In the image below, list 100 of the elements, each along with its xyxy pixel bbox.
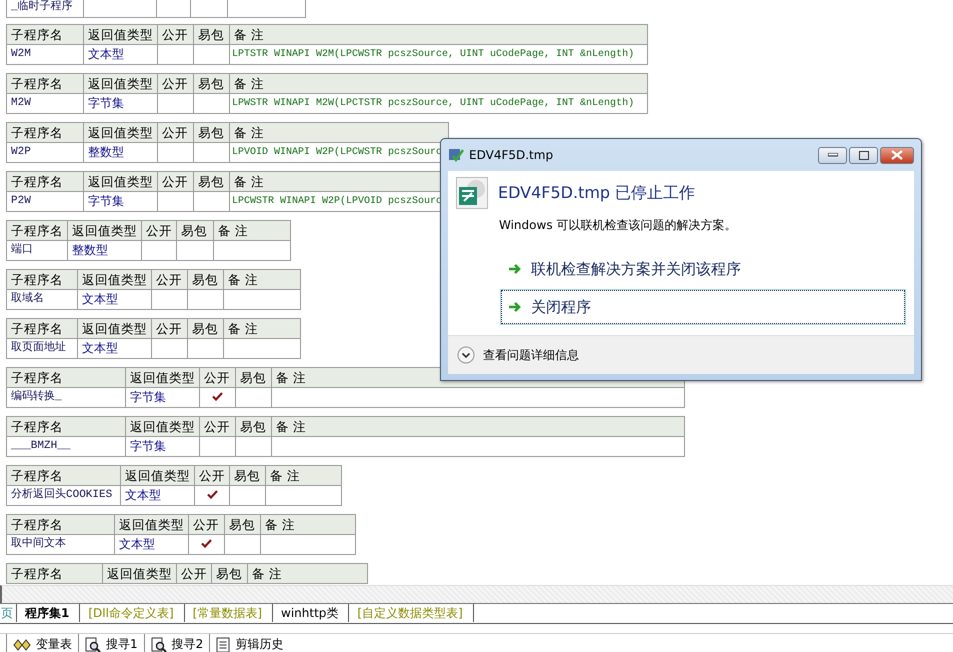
column-header: 备 注 bbox=[248, 564, 368, 584]
column-header: 返回值类型 bbox=[126, 368, 200, 388]
procedure-name: 端口 bbox=[6, 240, 68, 260]
column-header: 返回值类型 bbox=[102, 564, 176, 584]
procedure-name: P2W bbox=[6, 192, 84, 212]
column-header: 备 注 bbox=[214, 220, 290, 240]
return-type: 文本型 bbox=[88, 47, 124, 61]
column-header: 返回值类型 bbox=[84, 24, 158, 44]
column-header: 公开 bbox=[200, 368, 236, 388]
window-title: EDV4F5D.tmp bbox=[469, 148, 554, 162]
procedure-name: _临时子程序 bbox=[6, 0, 84, 18]
column-header: 备 注 bbox=[260, 514, 356, 534]
return-type: 字节集 bbox=[88, 96, 124, 110]
search-icon bbox=[150, 636, 167, 652]
column-header: 易包 bbox=[188, 270, 224, 290]
column-header: 返回值类型 bbox=[78, 270, 152, 290]
column-header: 子程序名 bbox=[6, 24, 84, 44]
return-type: 字节集 bbox=[88, 194, 124, 208]
close-button[interactable] bbox=[880, 146, 914, 164]
remark-text: LPWSTR WINAPI M2W(LPCTSTR pcszSource, UINT uCodePage, INT &nLength) bbox=[232, 98, 634, 109]
dialog-message: Windows 可以联机检查该问题的解决方案。 bbox=[499, 217, 738, 234]
column-header: 子程序名 bbox=[6, 220, 68, 240]
column-header: 子程序名 bbox=[6, 74, 84, 94]
search-icon bbox=[85, 636, 101, 652]
column-header: 公开 bbox=[142, 220, 176, 240]
app-icon bbox=[448, 147, 464, 163]
arrow-icon bbox=[508, 263, 522, 275]
column-header: 易包 bbox=[224, 514, 260, 534]
column-header: 返回值类型 bbox=[84, 74, 158, 94]
column-header: 子程序名 bbox=[6, 466, 120, 486]
return-type: 文本型 bbox=[82, 292, 118, 306]
column-header: 公开 bbox=[152, 270, 188, 290]
editor-tab[interactable]: 页 bbox=[0, 604, 17, 622]
column-header: 公开 bbox=[152, 318, 188, 338]
column-header: 子程序名 bbox=[6, 270, 78, 290]
arrow-icon bbox=[508, 301, 522, 313]
column-header: 易包 bbox=[194, 172, 230, 192]
column-header: 备 注 bbox=[230, 74, 648, 94]
return-type: 整数型 bbox=[72, 243, 108, 257]
column-header: 备 注 bbox=[230, 24, 648, 44]
column-header: 返回值类型 bbox=[78, 318, 152, 338]
dialog-option[interactable]: 关闭程序 bbox=[501, 290, 905, 324]
column-header: 返回值类型 bbox=[84, 122, 158, 142]
remark-text: LPVOID WINAPI W2P(LPCWSTR pcszSourc bbox=[232, 147, 442, 158]
procedure-name: 分析返回头COOKIES bbox=[6, 486, 120, 506]
remark-text: LPTSTR WINAPI W2M(LPCWSTR pcszSource, UINT uCodePage, INT &nLength) bbox=[232, 49, 634, 60]
column-header: 易包 bbox=[176, 220, 214, 240]
document-icon bbox=[216, 636, 230, 652]
procedure-name: 编码转换_ bbox=[6, 388, 126, 408]
column-header: 子程序名 bbox=[6, 172, 84, 192]
expand-icon[interactable] bbox=[457, 346, 475, 364]
column-header: 子程序名 bbox=[6, 122, 84, 142]
column-header: 子程序名 bbox=[6, 318, 78, 338]
column-header: 易包 bbox=[194, 24, 230, 44]
maximize-icon bbox=[858, 150, 868, 160]
column-header: 备 注 bbox=[224, 270, 300, 290]
column-header: 备 注 bbox=[230, 122, 448, 142]
details-link[interactable]: 查看问题详细信息 bbox=[483, 346, 579, 364]
column-header: 公开 bbox=[158, 172, 194, 192]
column-header: 公开 bbox=[194, 466, 230, 486]
dialog-heading: EDV4F5D.tmp 已停止工作 bbox=[498, 182, 696, 204]
procedure-name: 取页面地址 bbox=[6, 338, 78, 358]
column-header: 子程序名 bbox=[6, 368, 126, 388]
return-type: 整数型 bbox=[88, 145, 124, 159]
check-icon bbox=[201, 539, 212, 548]
procedure-name: 取域名 bbox=[6, 290, 78, 310]
column-header: 易包 bbox=[212, 564, 248, 584]
column-header: 备 注 bbox=[224, 318, 300, 338]
procedure-name: ___BMZH__ bbox=[6, 436, 126, 456]
column-header: 公开 bbox=[158, 74, 194, 94]
column-header: 易包 bbox=[230, 466, 266, 486]
check-icon bbox=[212, 392, 223, 401]
column-header: 返回值类型 bbox=[126, 416, 200, 436]
program-icon bbox=[456, 177, 488, 209]
minimize-button[interactable] bbox=[818, 146, 847, 164]
return-type: 文本型 bbox=[119, 537, 155, 551]
column-header: 备 注 bbox=[266, 466, 342, 486]
column-header: 易包 bbox=[236, 416, 272, 436]
return-type: 字节集 bbox=[130, 439, 166, 453]
column-header: 返回值类型 bbox=[114, 514, 188, 534]
column-header: 子程序名 bbox=[6, 416, 126, 436]
column-header: 易包 bbox=[188, 318, 224, 338]
column-header: 公开 bbox=[158, 24, 194, 44]
return-type: 文本型 bbox=[125, 488, 161, 502]
procedure-name: M2W bbox=[6, 94, 84, 114]
column-header: 易包 bbox=[194, 122, 230, 142]
column-header: 子程序名 bbox=[6, 514, 114, 534]
column-header: 公开 bbox=[158, 122, 194, 142]
column-header: 公开 bbox=[176, 564, 212, 584]
column-header: 易包 bbox=[236, 368, 272, 388]
column-header: 备 注 bbox=[272, 416, 684, 436]
minimize-icon bbox=[828, 153, 838, 157]
column-header: 易包 bbox=[194, 74, 230, 94]
return-type: 文本型 bbox=[82, 341, 118, 355]
maximize-button[interactable] bbox=[849, 146, 878, 164]
column-header: 返回值类型 bbox=[120, 466, 194, 486]
dialog-option[interactable]: 联机检查解决方案并关闭该程序 bbox=[501, 252, 905, 286]
remark-text: LPCWSTR WINAPI W2P(LPVOID pcszSourc bbox=[232, 196, 442, 207]
horizontal-scrollbar[interactable] bbox=[0, 585, 953, 603]
column-header: 子程序名 bbox=[6, 564, 102, 584]
